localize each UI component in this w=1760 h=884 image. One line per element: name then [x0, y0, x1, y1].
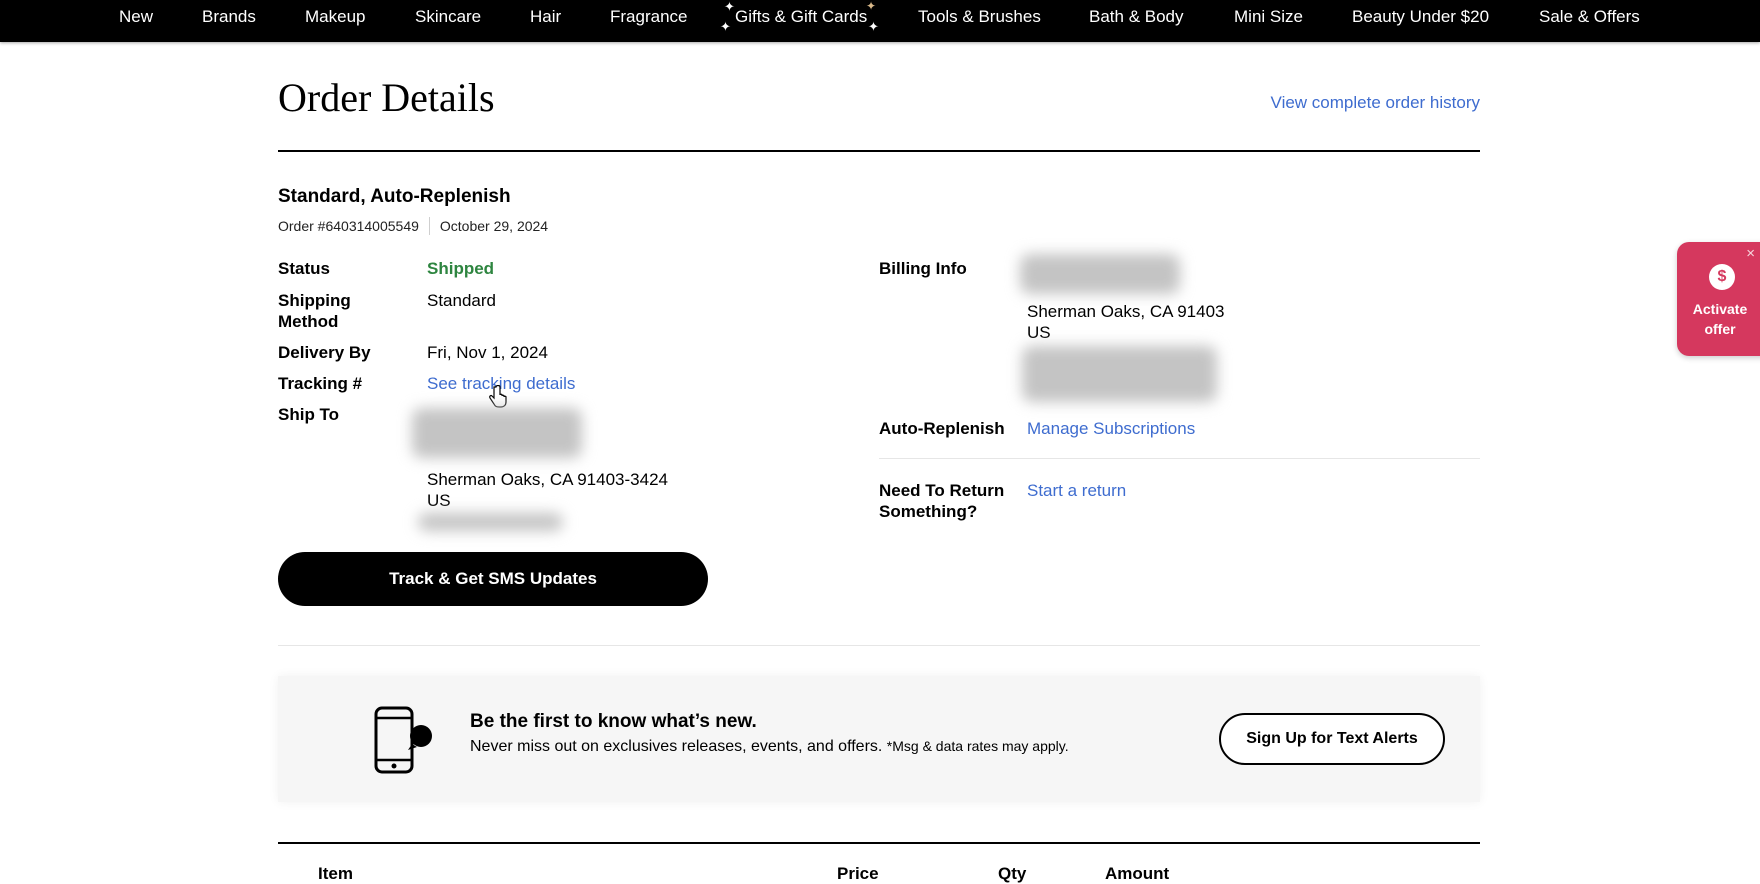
- column-header-qty: Qty: [998, 864, 1027, 883]
- nav-item-mini-size[interactable]: Mini Size: [1234, 0, 1303, 34]
- order-type: Standard, Auto-Replenish: [278, 186, 511, 207]
- nav-item-gifts[interactable]: Gifts & Gift Cards: [735, 0, 867, 34]
- order-date: October 29, 2024: [439, 218, 549, 234]
- column-header-price: Price: [837, 864, 879, 883]
- ship-to-country: US: [427, 491, 451, 510]
- shipping-method-label: Shipping Method: [278, 291, 351, 331]
- nav-item-brands[interactable]: Brands: [202, 0, 256, 34]
- nav-item-new[interactable]: New: [119, 0, 153, 34]
- auto-replenish-label: Auto-Replenish: [879, 419, 1005, 438]
- section-divider: [278, 645, 1480, 646]
- top-navigation: New Brands Makeup Skincare Hair Fragranc…: [0, 0, 1760, 42]
- gift-sparkle-icon: ✦: [866, 0, 877, 13]
- nav-item-bath-body[interactable]: Bath & Body: [1089, 0, 1184, 34]
- column-header-amount: Amount: [1105, 864, 1170, 883]
- tracking-label: Tracking #: [278, 374, 363, 393]
- meta-divider: [428, 217, 430, 235]
- sparkle-icon: ✦: [720, 19, 731, 34]
- track-sms-updates-button[interactable]: Track & Get SMS Updates: [278, 552, 708, 606]
- nav-item-tools-brushes[interactable]: Tools & Brushes: [918, 0, 1041, 34]
- order-history-link[interactable]: View complete order history: [1271, 93, 1480, 113]
- shipping-method-value: Standard: [427, 291, 496, 310]
- manage-subscriptions-link[interactable]: Manage Subscriptions: [1027, 418, 1195, 439]
- page-title: Order Details: [278, 75, 495, 120]
- billing-country: US: [1027, 323, 1051, 342]
- redacted-ship-name: [412, 408, 582, 458]
- promo-subtitle-text: Never miss out on exclusives releases, e…: [470, 738, 883, 755]
- nav-item-hair[interactable]: Hair: [530, 0, 561, 34]
- dollar-coin-icon: $: [1709, 264, 1735, 290]
- nav-item-fragrance[interactable]: Fragrance: [610, 0, 687, 34]
- status-label: Status: [278, 259, 330, 278]
- activate-offer-label: Activate offer: [1692, 301, 1748, 337]
- mobile-phone-icon: [374, 706, 432, 774]
- header-divider: [278, 150, 1480, 152]
- nav-item-makeup[interactable]: Makeup: [305, 0, 365, 34]
- redacted-billing-name: [1020, 254, 1180, 294]
- promo-subtitle: Never miss out on exclusives releases, e…: [470, 738, 1069, 756]
- nav-item-beauty-under-20[interactable]: Beauty Under $20: [1352, 0, 1489, 34]
- ship-to-label: Ship To: [278, 405, 340, 424]
- nav-item-skincare[interactable]: Skincare: [415, 0, 481, 34]
- section-divider: [879, 458, 1480, 459]
- promo-title: Be the first to know what’s new.: [470, 711, 757, 732]
- column-header-item: Item: [318, 864, 353, 883]
- order-meta: Order #640314005549 October 29, 2024: [278, 217, 548, 235]
- items-table-divider: [278, 842, 1480, 844]
- ship-to-city: Sherman Oaks, CA 91403-3424: [427, 470, 668, 489]
- status-value: Shipped: [427, 259, 495, 278]
- return-label: Need To Return Something?: [879, 481, 1005, 521]
- sparkle-icon: ✦: [868, 19, 879, 34]
- billing-info-label: Billing Info: [879, 259, 967, 278]
- sparkle-icon: ✦: [724, 0, 735, 14]
- billing-city: Sherman Oaks, CA 91403: [1027, 302, 1225, 321]
- nav-item-sale-offers[interactable]: Sale & Offers: [1539, 0, 1640, 34]
- sign-up-text-alerts-button[interactable]: Sign Up for Text Alerts: [1219, 713, 1445, 765]
- close-icon[interactable]: ×: [1746, 245, 1755, 262]
- delivery-label: Delivery By: [278, 343, 371, 362]
- delivery-value: Fri, Nov 1, 2024: [427, 343, 548, 362]
- text-alerts-banner: Be the first to know what’s new. Never m…: [278, 676, 1480, 802]
- redacted-billing-details: [1022, 346, 1217, 402]
- activate-offer-tab[interactable]: × $ Activate offer: [1677, 242, 1760, 356]
- start-return-link[interactable]: Start a return: [1027, 480, 1126, 501]
- hand-cursor-icon: [489, 385, 507, 408]
- promo-disclaimer: *Msg & data rates may apply.: [886, 738, 1069, 754]
- order-number: Order #640314005549: [278, 218, 419, 234]
- redacted-ship-phone: [418, 513, 563, 531]
